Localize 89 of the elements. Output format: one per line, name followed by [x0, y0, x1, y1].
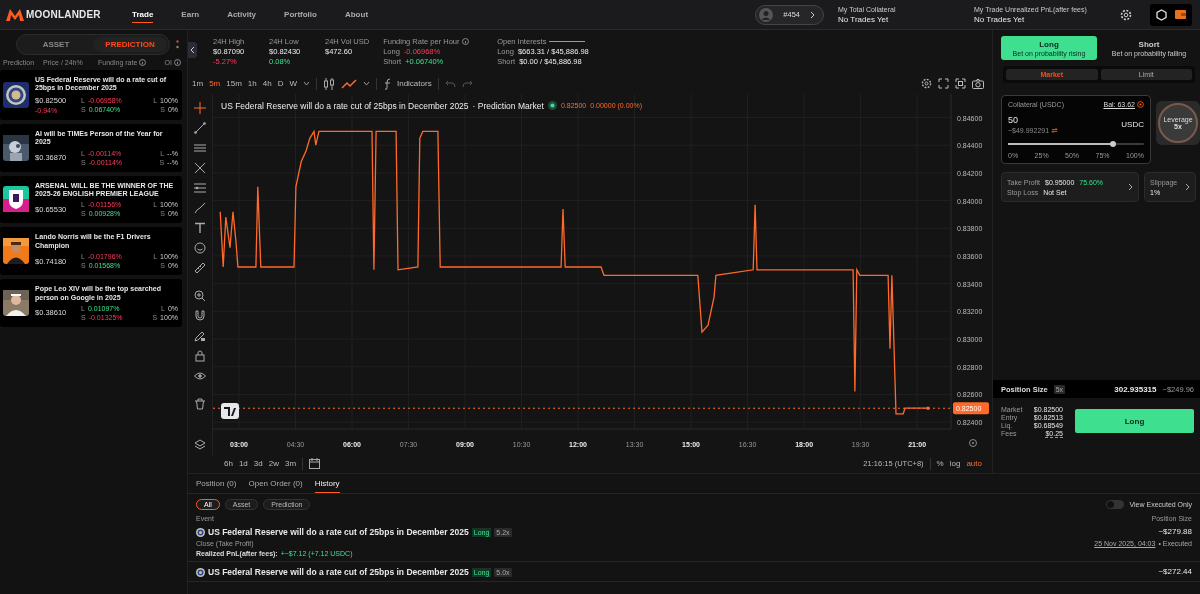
interval-button[interactable]: D: [277, 79, 284, 89]
pencil-lock-icon[interactable]: [194, 329, 206, 342]
logo-icon: [6, 8, 24, 21]
expand-icon[interactable]: [955, 78, 966, 90]
chevron-right-icon: [1185, 183, 1190, 191]
eye-icon[interactable]: [194, 369, 206, 382]
chart-subtitle: · Prediction Market: [472, 100, 544, 111]
candlestick-icon[interactable]: [322, 77, 335, 90]
caret-icon[interactable]: [362, 81, 370, 87]
history-tab[interactable]: Position (0): [196, 477, 237, 493]
summary-value: No Trades Yet: [974, 14, 1026, 24]
redo-icon[interactable]: [461, 79, 473, 88]
chevron-left-icon: [190, 46, 195, 54]
trend-line-icon[interactable]: [194, 121, 206, 134]
range-button[interactable]: 3m: [284, 459, 297, 469]
calendar-icon[interactable]: [309, 458, 321, 470]
magnet-icon[interactable]: [194, 309, 206, 322]
interval-button[interactable]: W: [289, 79, 297, 89]
camera-icon[interactable]: [972, 78, 984, 89]
parallel-lines-icon[interactable]: [194, 141, 206, 154]
range-button[interactable]: 3d: [253, 459, 263, 469]
interval-button[interactable]: 15m: [226, 79, 242, 89]
market-icon: [196, 527, 205, 537]
tradingview-logo-icon: [221, 402, 239, 419]
fullscreen-icon[interactable]: [938, 78, 949, 90]
avatar-icon: [759, 7, 774, 22]
swap-icon[interactable]: [1051, 127, 1059, 134]
scale-button[interactable]: log: [949, 459, 961, 469]
market-icon: [196, 567, 205, 577]
history-tab[interactable]: Open Order (0): [248, 477, 303, 493]
amount-field[interactable]: 50: [1008, 115, 1059, 125]
chevron-right-icon: [810, 10, 815, 19]
crosshair-icon[interactable]: [194, 101, 206, 114]
trash-icon[interactable]: [194, 397, 206, 410]
last-price-dot: [926, 406, 930, 410]
nav-link[interactable]: Earn: [181, 6, 200, 23]
nav-link[interactable]: Trade: [132, 6, 154, 23]
horizontal-lines-icon[interactable]: [194, 181, 206, 194]
function-icon: [382, 77, 393, 90]
ruler-icon[interactable]: [194, 261, 206, 274]
event-title: US Federal Reserve will do a rate cut of 25bps in December 2025: [208, 527, 469, 537]
position-size-value: ~$279.88: [1158, 527, 1192, 536]
target-icon: [1137, 101, 1144, 108]
market-type-tab[interactable]: PREDICTION: [93, 37, 167, 52]
long-button[interactable]: Long: [1075, 409, 1194, 433]
layers-icon[interactable]: [194, 438, 206, 451]
wallet-icon: [1175, 8, 1186, 19]
position-size-value: 302.935315: [1114, 384, 1157, 394]
position-size-value: ~$272.44: [1158, 567, 1192, 576]
settings-icon[interactable]: [1120, 8, 1132, 21]
indicators-button[interactable]: Indicators: [382, 77, 432, 90]
scale-button[interactable]: %: [936, 459, 944, 469]
chevron-right-icon: [1128, 183, 1133, 191]
range-button[interactable]: 6h: [224, 459, 233, 469]
market-type-tab[interactable]: ASSET: [19, 37, 93, 52]
line-chart-icon[interactable]: [340, 78, 357, 89]
history-tab[interactable]: History: [314, 477, 340, 493]
wallet-panel[interactable]: [1150, 3, 1192, 26]
range-button[interactable]: 2w: [268, 459, 279, 469]
nav-link[interactable]: Activity: [227, 6, 257, 23]
hexagon-icon: [1156, 8, 1167, 21]
range-button[interactable]: 1d: [238, 459, 248, 469]
interval-button[interactable]: 5m: [209, 79, 221, 89]
nav-link[interactable]: About: [344, 6, 369, 23]
event-title: US Federal Reserve will do a rate cut of 25bps in December 2025: [208, 567, 469, 577]
brush-icon[interactable]: [194, 201, 206, 214]
logo-text: MOONLANDER: [26, 9, 101, 20]
unit-label: USDC: [1121, 120, 1144, 129]
interval-button[interactable]: 1h: [247, 79, 257, 89]
lock-icon[interactable]: [194, 349, 206, 362]
summary-value: No Trades Yet: [838, 14, 890, 24]
collateral-slider[interactable]: [1008, 140, 1144, 148]
toggle-switch[interactable]: [1106, 500, 1125, 509]
zoom-icon[interactable]: [194, 289, 206, 302]
settings-icon[interactable]: [921, 78, 932, 90]
caret-icon[interactable]: [302, 81, 310, 87]
chart-title: US Federal Reserve will do a rate cut of 25bps in December 2025: [221, 100, 469, 111]
interval-button[interactable]: 4h: [262, 79, 272, 89]
more-icon[interactable]: [176, 40, 179, 49]
interval-button[interactable]: 1m: [192, 79, 204, 89]
fork-icon[interactable]: [194, 161, 206, 174]
collapse-sidebar-button[interactable]: [188, 42, 197, 58]
nav-link[interactable]: Portfolio: [284, 6, 317, 23]
text-tool-icon[interactable]: [194, 221, 206, 234]
status-dot-icon: [547, 101, 557, 111]
smiley-icon[interactable]: [194, 241, 206, 254]
scale-button[interactable]: auto: [966, 459, 982, 469]
info-icon: [462, 38, 470, 45]
undo-icon[interactable]: [444, 79, 456, 88]
